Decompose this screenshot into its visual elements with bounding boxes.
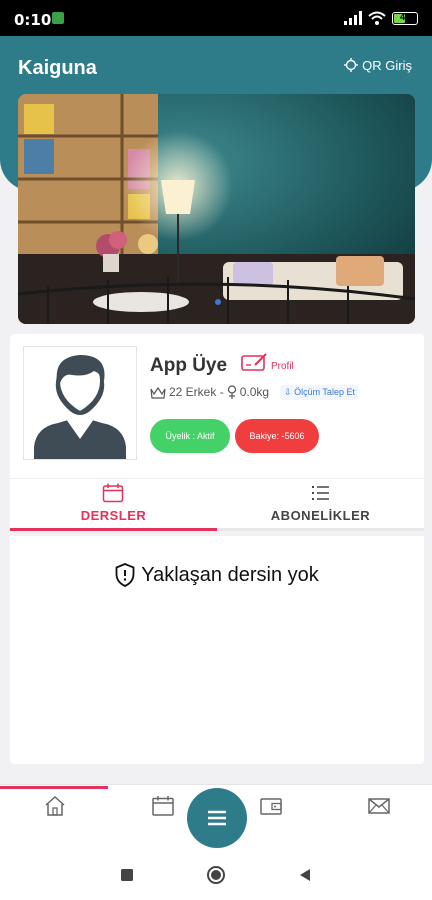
banner-carousel[interactable] — [18, 94, 415, 324]
membership-status-badge: Üyelik : Aktif — [150, 419, 230, 453]
edit-profile-label: Profil — [271, 361, 294, 372]
balance-badge: Bakiye: -5606 — [235, 419, 319, 453]
system-navigation-bar — [0, 850, 432, 900]
measurement-request-button[interactable]: ⇩ Ölçüm Talep Et — [280, 384, 359, 400]
member-name: App Üye — [150, 355, 228, 376]
list-icon — [312, 486, 329, 500]
wallet-icon[interactable] — [259, 795, 283, 817]
nav-active-indicator — [0, 786, 108, 789]
age-gender-text: 22 Erkek - — [169, 385, 224, 399]
edit-profile-icon — [241, 353, 267, 371]
edit-profile-button[interactable]: Profil — [241, 352, 294, 372]
tab-subscriptions-label: ABONELİKLER — [270, 508, 371, 523]
tab-bar: DERSLER ABONELİKLER — [10, 478, 424, 531]
qr-login-label: QR Giriş — [362, 57, 412, 73]
battery-level: 46 — [399, 11, 410, 22]
status-time: 0:10 — [14, 11, 52, 29]
user-silhouette-icon — [34, 355, 126, 459]
signal-icon — [344, 11, 362, 25]
tab-lessons[interactable]: DERSLER — [10, 479, 217, 531]
calendar-tab-icon — [102, 483, 124, 503]
crown-icon — [150, 386, 166, 399]
banner-image — [18, 94, 415, 324]
measurement-request-label: Ölçüm Talep Et — [294, 386, 355, 397]
home-icon[interactable] — [43, 795, 67, 817]
qr-login-button[interactable]: QR Giriş — [344, 55, 412, 75]
shield-alert-icon — [115, 563, 135, 587]
notification-icon — [52, 12, 64, 24]
home-system-icon[interactable] — [207, 866, 225, 884]
calendar-icon[interactable] — [151, 795, 175, 817]
status-bar: 0:10 46 — [0, 0, 432, 36]
scale-icon — [227, 385, 236, 399]
recents-icon[interactable] — [118, 866, 136, 884]
tab-subscriptions[interactable]: ABONELİKLER — [217, 479, 424, 531]
empty-state: Yaklaşan dersin yok — [10, 563, 424, 587]
weight-text: 0.0kg — [239, 385, 270, 399]
menu-fab-button[interactable] — [187, 788, 247, 848]
mail-icon[interactable] — [367, 795, 391, 817]
empty-state-message: Yaklaşan dersin yok — [141, 563, 319, 586]
upcoming-lessons-panel: Yaklaşan dersin yok — [10, 536, 424, 764]
avatar — [23, 346, 137, 460]
member-stats: 22 Erkek - 0.0kg ⇩ Ölçüm Talep Et — [150, 384, 359, 400]
menu-icon — [208, 810, 226, 826]
tab-lessons-label: DERSLER — [80, 508, 147, 523]
status-icons: 46 — [344, 10, 418, 26]
app-title: Kaiguna — [18, 57, 97, 79]
wifi-icon — [368, 11, 386, 25]
back-icon[interactable] — [296, 866, 314, 884]
crosshair-icon — [344, 58, 359, 72]
battery-icon: 46 — [392, 11, 418, 25]
carousel-indicator-dot[interactable] — [215, 299, 221, 305]
